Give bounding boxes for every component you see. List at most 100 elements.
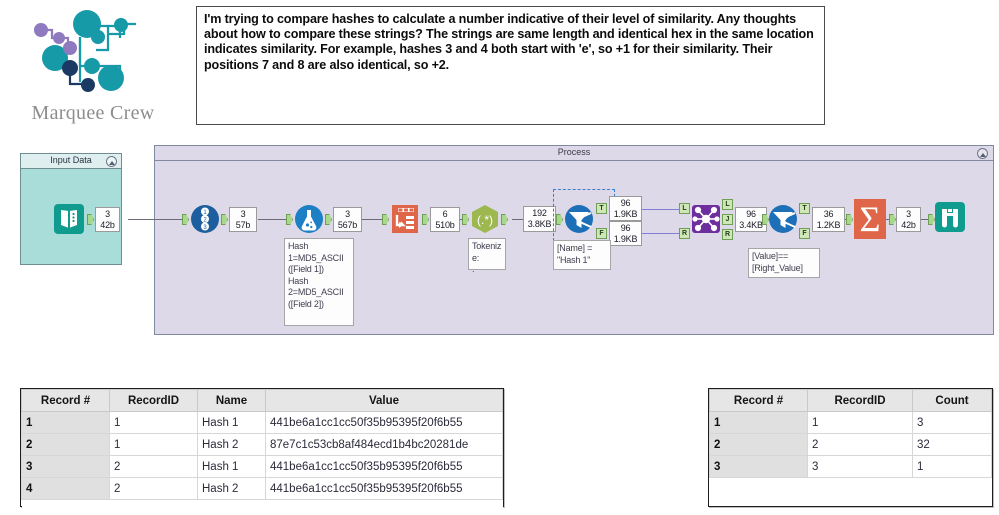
table-row[interactable]: 3 3 1 [709,455,992,478]
column-header[interactable]: RecordID [109,389,198,412]
record-count-box: 6 510b [430,207,460,232]
annot-line: ([Field 2]) [288,298,324,309]
join-j-output-port[interactable]: J [722,214,733,225]
record-count-box-false: 96 1.9KB [609,221,642,246]
column-header[interactable]: RecordID [807,389,913,412]
cell-name: Hash 1 [197,411,266,434]
true-output-port[interactable]: T [596,203,607,214]
table-row[interactable]: 1 1 Hash 1 441be6a1cc1cc50f35b95395f20f6… [21,411,503,434]
cell-count: 3 [912,411,992,434]
record-count: 96 [746,209,756,219]
numbered-list-icon: 1 2 3 [191,205,219,233]
table-row[interactable]: 2 1 Hash 2 87e7c1c53cb8af484ecd1b4bc2028… [21,433,503,456]
cell-record-number: 1 [709,411,808,434]
collapse-icon[interactable] [106,156,117,167]
tool-filter-1[interactable] [564,204,594,234]
join-l-output-port[interactable]: L [722,199,733,210]
true-output-port[interactable]: T [799,203,810,214]
filter-funnel-icon [565,205,593,233]
column-header[interactable]: Record # [21,389,110,412]
annotation-regex: Tokenize: . [468,238,506,274]
table-row[interactable]: 2 2 32 [709,433,992,456]
table-row[interactable]: 3 2 Hash 1 441be6a1cc1cc50f35b95395f20f6… [21,455,503,478]
cell-record-number: 4 [21,477,110,500]
annot-line: 2=MD5_ASCII [288,287,344,298]
record-size: 3.4KB [739,219,763,230]
cell-name: Hash 2 [197,433,266,456]
table-header-row: Record # RecordID Count [709,389,992,412]
column-header[interactable]: Count [912,389,992,412]
connector-wire [128,219,188,220]
cell-recordid: 1 [807,411,913,434]
join-left-input-port[interactable]: L [679,203,690,214]
record-count: 96 [620,198,631,208]
tool-join[interactable] [691,204,721,234]
join-right-input-port[interactable]: R [679,228,690,239]
filter-funnel-icon [769,205,797,233]
table-row[interactable]: 1 1 3 [709,411,992,434]
marquee-crew-logo: Marquee Crew [8,4,178,134]
cell-record-number: 2 [709,433,808,456]
results-table-left[interactable]: Record # RecordID Name Value 1 1 Hash 1 … [20,388,504,510]
record-size: 1.2KB [816,219,841,230]
record-count-box: 192 3.8KB [523,206,556,232]
column-header[interactable]: Record # [709,389,808,412]
record-size: 57b [235,219,251,230]
cell-value: 441be6a1cc1cc50f35b95395f20f6b55 [265,411,503,434]
record-size: 42b [901,219,916,230]
cell-recordid: 3 [807,455,913,478]
table-row[interactable]: 4 2 Hash 2 441be6a1cc1cc50f35b95395f20f6… [21,477,503,500]
record-size: 510b [435,219,455,230]
cell-record-number: 1 [21,411,110,434]
column-header[interactable]: Value [265,389,503,412]
sigma-icon: Σ [854,199,886,239]
annot-line: Tokenize: [472,241,502,263]
annotation-formula: Hash 1=MD5_ASCII ([Field 1]) Hash 2=MD5_… [284,238,354,326]
logo-network-graphic [34,10,136,92]
record-size: 1.9KB [613,208,638,219]
record-count: 3 [906,209,911,219]
tool-regex[interactable]: (.*) [470,204,500,234]
record-count: 6 [442,209,448,219]
cell-record-number: 2 [21,433,110,456]
join-r-output-port[interactable]: R [722,229,733,240]
annot-line: 1=MD5_ASCII [288,252,344,263]
false-output-port[interactable]: F [799,228,810,239]
tool-transpose[interactable] [389,203,421,235]
svg-text:(.*): (.*) [477,213,493,227]
collapse-icon[interactable] [977,148,988,159]
record-size: 3.8KB [527,218,552,229]
annotation-filter-1: [Name] = "Hash 1" [553,240,611,270]
record-size: 1.9KB [613,233,638,244]
tool-input-data[interactable] [52,202,86,236]
record-count-box-true: 96 1.9KB [609,196,642,221]
cell-name: Hash 1 [197,455,266,478]
record-size: 42b [100,219,115,230]
record-count: 36 [823,209,834,219]
flask-icon [295,205,323,233]
transpose-icon [392,205,418,233]
cell-recordid: 1 [109,411,198,434]
column-header[interactable]: Name [197,389,266,412]
question-textbox[interactable]: I'm trying to compare hashes to calculat… [196,6,825,125]
logo-wordmark: Marquee Crew [31,102,155,124]
results-table-right[interactable]: Record # RecordID Count 1 1 3 2 2 32 3 3… [708,388,993,507]
cell-recordid: 2 [807,433,913,456]
process-container-title: Process [557,147,591,157]
tool-record-id[interactable]: 1 2 3 [190,204,220,234]
false-output-port[interactable]: F [596,228,607,239]
regex-icon: (.*) [472,205,498,233]
question-text: I'm trying to compare hashes to calculat… [204,12,814,72]
binoculars-icon [935,202,965,232]
tool-summarize[interactable]: Σ [853,198,887,240]
tool-browse[interactable] [933,200,967,234]
tool-filter-2[interactable] [768,204,798,234]
annot-line: ([Field 1]) [288,264,324,275]
record-count: 3 [105,209,110,219]
cell-value: 441be6a1cc1cc50f35b95395f20f6b55 [265,477,503,500]
record-count: 192 [532,208,547,218]
tool-formula[interactable] [294,204,324,234]
cell-record-number: 3 [21,455,110,478]
record-count-box: 3 567b [333,207,362,232]
cell-count: 32 [912,433,992,456]
